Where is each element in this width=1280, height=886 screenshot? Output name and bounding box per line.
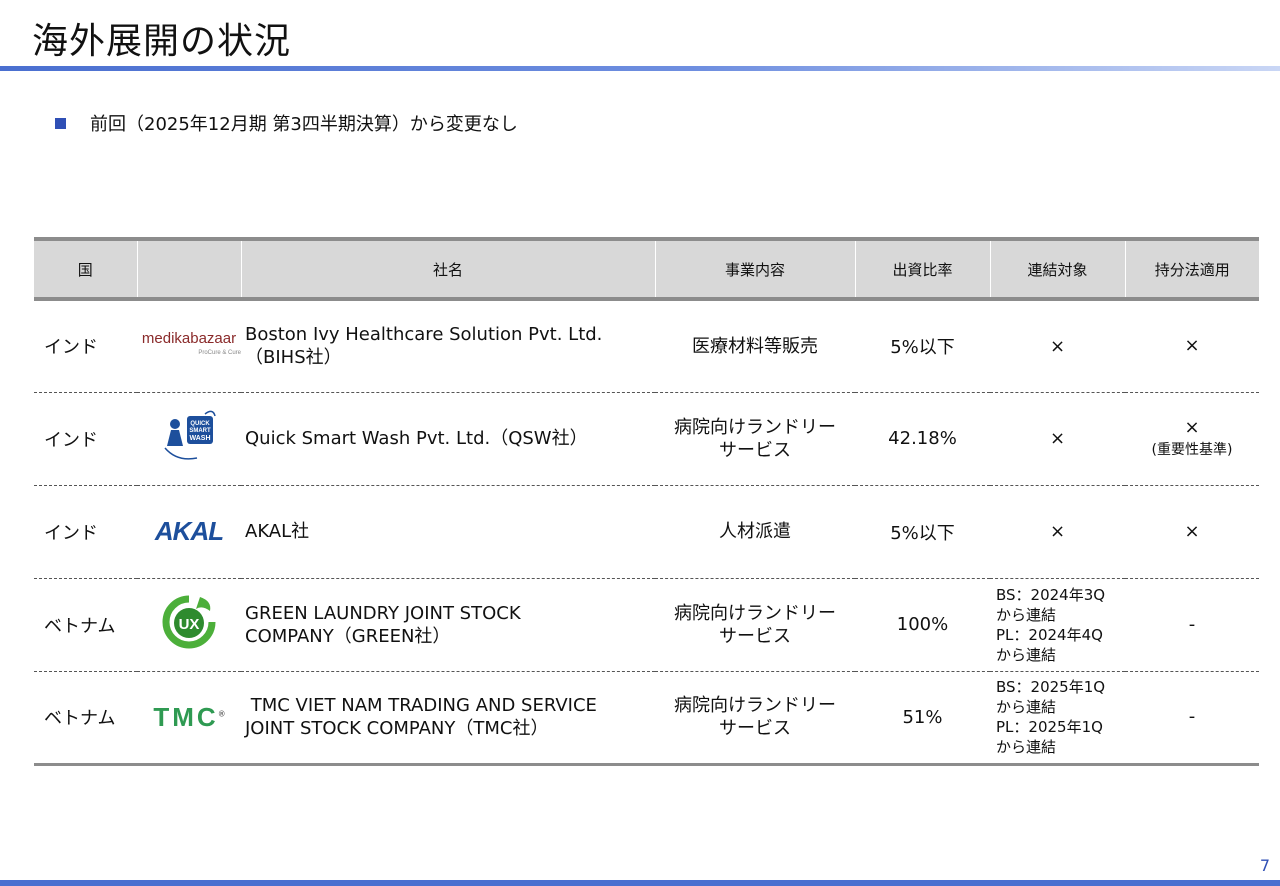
cell-country: インド xyxy=(34,485,137,579)
consol-line-3: PL：2025年1Q xyxy=(996,718,1103,736)
consol-line-4: から連結 xyxy=(996,645,1057,664)
consol-line-1: × xyxy=(1049,335,1066,357)
header-equity-method: 持分法適用 xyxy=(1124,237,1259,301)
quick-smart-wash-logo: QUICK SMART WASH xyxy=(137,392,241,486)
cell-equity-method: - xyxy=(1125,671,1259,766)
equity-value: × xyxy=(1184,416,1200,438)
table-row: インド AKAL AKAL社 人材派遣 5%以下 × × xyxy=(34,485,1259,579)
table-row: ベトナム UX GREEN LAUNDRY JOINT STOCK COMPAN… xyxy=(34,578,1259,672)
status-bullet: 前回（2025年12月期 第3四半期決算）から変更なし xyxy=(55,110,518,136)
cell-business: 病院向けランドリー サービス xyxy=(655,578,855,672)
page-number: 7 xyxy=(1259,856,1270,875)
header-consolidation: 連結対象 xyxy=(989,237,1125,301)
logo-text: TMC xyxy=(153,701,219,732)
medikabazaar-logo: medikabazaar ProCure & Cure xyxy=(137,299,241,393)
equity-value: - xyxy=(1188,613,1196,635)
cell-ratio: 42.18% xyxy=(855,392,990,486)
overseas-expansion-table: 国 社名 事業内容 出資比率 連結対象 持分法適用 インド medikabaza… xyxy=(34,237,1259,766)
cell-consolidation: BS：2024年3Q から連結 PL：2024年4Q から連結 xyxy=(990,578,1125,672)
cell-equity-method: × (重要性基準) xyxy=(1125,392,1259,486)
logo-text: medikabazaar xyxy=(141,330,237,348)
business-line-1: 病院向けランドリー xyxy=(674,602,836,624)
consol-line-3: PL：2024年4Q xyxy=(996,625,1103,644)
green-laundry-logo: UX xyxy=(137,578,241,672)
cell-business: 人材派遣 xyxy=(655,485,855,579)
business-line-1: 人材派遣 xyxy=(719,521,791,542)
cell-company: Quick Smart Wash Pvt. Ltd.（QSW社） xyxy=(241,392,655,486)
svg-text:QUICK: QUICK xyxy=(190,421,210,427)
header-ratio: 出資比率 xyxy=(854,237,990,301)
equity-value: - xyxy=(1188,706,1196,727)
cell-business: 病院向けランドリー サービス xyxy=(655,392,855,486)
consol-line-1: BS：2024年3Q xyxy=(996,585,1106,604)
company-line-2: （BIHS社） xyxy=(245,347,342,369)
business-line-1: 医療材料等販売 xyxy=(692,335,818,357)
business-line-2: サービス xyxy=(719,439,791,461)
consol-line-2: から連結 xyxy=(996,698,1057,716)
quick-smart-wash-icon: QUICK SMART WASH xyxy=(164,410,216,460)
cell-ratio: 100% xyxy=(855,578,990,672)
cell-country: ベトナム xyxy=(34,578,137,672)
cell-equity-method: × xyxy=(1125,485,1259,579)
business-line-2: サービス xyxy=(719,625,791,647)
company-line-1: Boston Ivy Healthcare Solution Pvt. Ltd. xyxy=(245,324,603,346)
header-company: 社名 xyxy=(240,237,655,301)
business-line-1: 病院向けランドリー xyxy=(674,416,836,438)
cell-consolidation: BS：2025年1Q から連結 PL：2025年1Q から連結 xyxy=(990,671,1125,766)
cell-country: インド xyxy=(34,392,137,486)
cell-business: 医療材料等販売 xyxy=(655,299,855,393)
company-line-1: Quick Smart Wash Pvt. Ltd.（QSW社） xyxy=(245,428,588,449)
bullet-text: 前回（2025年12月期 第3四半期決算）から変更なし xyxy=(90,114,518,135)
title-underline xyxy=(0,66,1280,71)
cell-company: TMC VIET NAM TRADING AND SERVICE JOINT S… xyxy=(241,671,655,766)
svg-text:SMART: SMART xyxy=(189,428,211,434)
tmc-logo: TMC® xyxy=(137,671,241,766)
bullet-square-icon xyxy=(55,117,66,129)
equity-value: × xyxy=(1184,335,1200,357)
cell-ratio: 5%以下 xyxy=(855,485,990,579)
company-line-2: JOINT STOCK COMPANY（TMC社） xyxy=(245,718,549,739)
cell-country: インド xyxy=(34,299,137,393)
header-logo xyxy=(136,237,241,301)
consol-line-1: × xyxy=(1049,428,1066,449)
cell-consolidation: × xyxy=(990,299,1125,393)
cell-company: GREEN LAUNDRY JOINT STOCK COMPANY（GREEN社… xyxy=(241,578,655,672)
table-row: インド QUICK SMART WASH Quick Smart Wash Pv… xyxy=(34,392,1259,486)
header-business: 事業内容 xyxy=(654,237,855,301)
footer-bar xyxy=(0,880,1280,886)
company-line-2: COMPANY（GREEN社） xyxy=(245,625,451,647)
consol-line-1: × xyxy=(1049,521,1066,542)
business-line-1: 病院向けランドリー xyxy=(674,695,836,716)
company-line-1: TMC VIET NAM TRADING AND SERVICE xyxy=(245,695,597,716)
cell-company: Boston Ivy Healthcare Solution Pvt. Ltd.… xyxy=(241,299,655,393)
business-line-2: サービス xyxy=(719,718,791,739)
page-title: 海外展開の状況 xyxy=(32,21,292,62)
company-line-1: GREEN LAUNDRY JOINT STOCK xyxy=(245,602,521,624)
cell-consolidation: × xyxy=(990,392,1125,486)
cell-equity-method: - xyxy=(1125,578,1259,672)
table-header-row: 国 社名 事業内容 出資比率 連結対象 持分法適用 xyxy=(34,237,1259,301)
cell-company: AKAL社 xyxy=(241,485,655,579)
company-line-1: AKAL社 xyxy=(245,521,310,542)
cell-business: 病院向けランドリー サービス xyxy=(655,671,855,766)
cell-country: ベトナム xyxy=(34,671,137,766)
table-row: ベトナム TMC® TMC VIET NAM TRADING AND SERVI… xyxy=(34,671,1259,766)
table-row: インド medikabazaar ProCure & Cure Boston Iv… xyxy=(34,299,1259,393)
cell-ratio: 5%以下 xyxy=(855,299,990,393)
consol-line-2: から連結 xyxy=(996,605,1057,624)
cell-consolidation: × xyxy=(990,485,1125,579)
cell-equity-method: × xyxy=(1125,299,1259,393)
akal-logo: AKAL xyxy=(137,485,241,579)
header-country: 国 xyxy=(34,237,137,301)
equity-note: (重要性基準) xyxy=(1151,441,1233,458)
green-laundry-icon: UX xyxy=(162,595,216,649)
logo-text: UX xyxy=(179,616,200,633)
consol-line-1: BS：2025年1Q xyxy=(996,678,1106,696)
logo-text: AKAL xyxy=(154,516,224,546)
equity-value: × xyxy=(1184,520,1200,542)
cell-ratio: 51% xyxy=(855,671,990,766)
consol-line-4: から連結 xyxy=(996,738,1057,756)
svg-text:WASH: WASH xyxy=(190,435,211,442)
